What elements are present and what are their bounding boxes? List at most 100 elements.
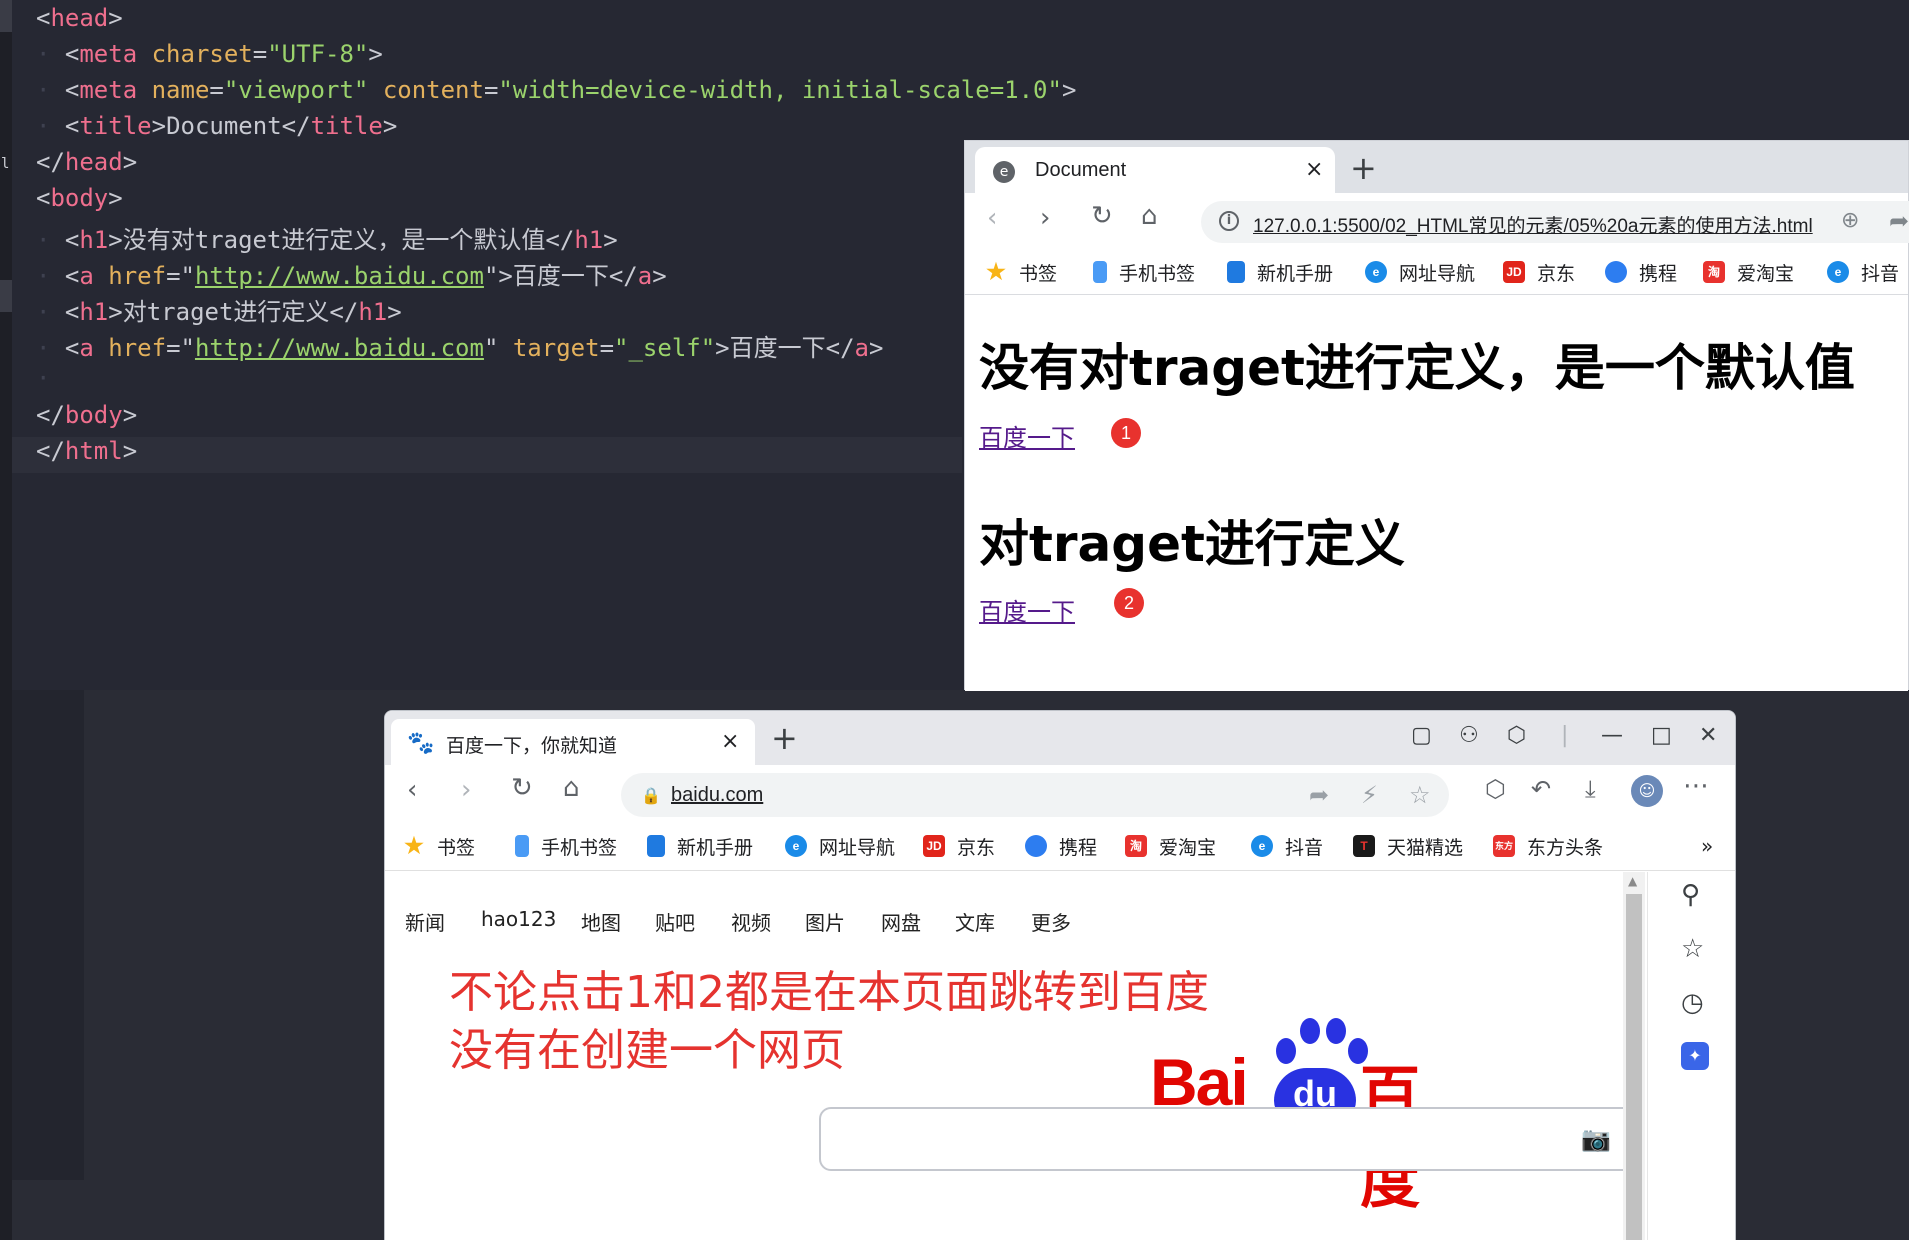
search-input[interactable]: 📷 <box>819 1107 1643 1171</box>
download-icon[interactable]: ⤓ <box>1585 775 1596 803</box>
share-icon[interactable]: ➦ <box>1889 207 1909 235</box>
bookmarks-bar: ★ 书签 手机书签 新机手册 e 网址导航 JD 京东 携程 淘爱淘宝 e 抖音 <box>965 249 1908 295</box>
nav-link-image[interactable]: 图片 <box>805 907 845 936</box>
minimize-icon[interactable]: — <box>1601 723 1623 748</box>
code-line-6[interactable]: <body> <box>36 184 123 220</box>
nav-link-video[interactable]: 视频 <box>731 907 771 936</box>
new-tab-button[interactable]: + <box>771 719 798 757</box>
close-tab-icon[interactable]: × <box>1305 157 1323 182</box>
history-clock-icon[interactable]: ◷ <box>1681 988 1704 1018</box>
code-line-9[interactable]: · <h1>对traget进行定义</h1> <box>36 292 402 328</box>
back-icon[interactable]: ‹ <box>407 775 417 805</box>
maximize-icon[interactable]: □ <box>1651 723 1672 748</box>
extensions-icon[interactable]: ⬡ <box>1507 723 1526 748</box>
code-line-13[interactable]: </html> <box>36 437 137 473</box>
baidu-link-2[interactable]: 百度一下 <box>979 592 1075 627</box>
bookmark-item[interactable]: 手机书签 <box>511 831 617 861</box>
activity-strip: l <box>0 0 12 1240</box>
code-line-1[interactable]: <head> <box>36 4 123 40</box>
nav-link-wenku[interactable]: 文库 <box>955 907 995 936</box>
nav-link-more[interactable]: 更多 <box>1031 907 1071 936</box>
address-url[interactable]: baidu.com <box>671 784 763 807</box>
bookmark-label: 爱淘宝 <box>1737 262 1795 285</box>
nav-link-map[interactable]: 地图 <box>581 907 621 936</box>
code-line-8[interactable]: · <a href="http://www.baidu.com">百度一下</a… <box>36 256 667 292</box>
browser-window-document: e Document × + ‹ › ↻ ⌂ i 127.0.0.1:5500/… <box>964 140 1909 691</box>
address-bar[interactable]: 🔒 baidu.com ➦ ⚡ ☆ <box>621 773 1449 817</box>
nav-link-pan[interactable]: 网盘 <box>881 907 921 936</box>
bookmark-item[interactable]: JD 京东 <box>923 831 995 861</box>
code-line-11[interactable]: · <box>36 364 65 400</box>
strip-glyph: l <box>1 156 10 172</box>
page-scrollbar[interactable]: ▲ <box>1623 872 1645 1240</box>
bookmark-item[interactable]: 淘爱淘宝 <box>1703 257 1794 287</box>
lightning-icon[interactable]: ⚡ <box>1361 781 1378 809</box>
incognito-icon[interactable]: ⚇ <box>1459 723 1479 748</box>
nav-link-news[interactable]: 新闻 <box>405 907 445 936</box>
home-icon[interactable]: ⌂ <box>1141 201 1158 231</box>
bookmark-item[interactable]: 手机书签 <box>1089 257 1195 287</box>
more-bookmarks-icon[interactable]: » <box>1701 831 1713 861</box>
code-line-3[interactable]: · <meta name="viewport" content="width=d… <box>36 76 1076 112</box>
bookmark-item[interactable]: 新机手册 <box>647 831 753 861</box>
bookmark-item[interactable]: 淘爱淘宝 <box>1125 831 1216 861</box>
camera-search-icon[interactable]: 📷 <box>1581 1125 1611 1153</box>
code-line-2[interactable]: · <meta charset="UTF-8"> <box>36 40 383 76</box>
scrollbar-thumb[interactable] <box>1626 894 1642 1240</box>
back-icon[interactable]: ‹ <box>987 203 997 233</box>
close-tab-icon[interactable]: × <box>721 729 739 754</box>
home-icon[interactable]: ⌂ <box>563 773 580 803</box>
nav-link-tieba[interactable]: 贴吧 <box>655 907 695 936</box>
code-line-12[interactable]: </body> <box>36 401 137 437</box>
bookmark-item[interactable]: e 抖音 <box>1251 831 1323 861</box>
bookmark-item[interactable]: 新机手册 <box>1227 257 1333 287</box>
code-line-7[interactable]: · <h1>没有对traget进行定义，是一个默认值</h1> <box>36 220 618 256</box>
lock-icon[interactable]: 🔒 <box>641 786 661 805</box>
code-line-10[interactable]: · <a href="http://www.baidu.com" target=… <box>36 328 883 364</box>
address-bar[interactable]: i 127.0.0.1:5500/02_HTML常见的元素/05%20a元素的使… <box>1201 201 1909 243</box>
reload-icon[interactable]: ↻ <box>511 773 533 803</box>
nav-link-hao123[interactable]: hao123 <box>481 907 556 931</box>
app-icon[interactable]: ✦ <box>1681 1042 1709 1070</box>
star-outline-icon[interactable]: ☆ <box>1409 781 1431 809</box>
close-window-icon[interactable]: ✕ <box>1699 723 1717 748</box>
ctrip-icon <box>1605 261 1627 283</box>
profile-avatar[interactable]: ☺ <box>1631 775 1663 807</box>
bookmark-label: 网址导航 <box>819 836 896 859</box>
bookmark-item[interactable]: 携程 <box>1605 257 1677 287</box>
bookmark-item[interactable]: e 抖音 <box>1827 257 1899 287</box>
current-line-highlight <box>12 437 962 473</box>
bookmark-label: 新机手册 <box>1257 262 1334 285</box>
code-line-5[interactable]: </head> <box>36 148 137 184</box>
bookmark-item[interactable]: 携程 <box>1025 831 1097 861</box>
bookmark-item[interactable]: ★ 书签 <box>403 831 475 861</box>
extensions-puzzle-icon[interactable]: ⬡ <box>1485 775 1506 803</box>
info-icon[interactable]: i <box>1219 211 1239 231</box>
reload-icon[interactable]: ↻ <box>1091 201 1113 231</box>
more-menu-icon[interactable]: ⋯ <box>1683 771 1709 801</box>
bookmark-item[interactable]: ★ 书签 <box>985 257 1057 287</box>
zoom-icon[interactable]: ⊕ <box>1841 208 1859 233</box>
address-url[interactable]: 127.0.0.1:5500/02_HTML常见的元素/05%20a元素的使用方… <box>1253 211 1813 238</box>
favorites-star-icon[interactable]: ☆ <box>1681 934 1704 964</box>
bookmark-item[interactable]: 东方 东方头条 <box>1493 831 1603 861</box>
bookmark-item[interactable]: e 网址导航 <box>1365 257 1475 287</box>
share-icon[interactable]: ➦ <box>1309 781 1329 809</box>
bookmark-label: 携程 <box>1059 836 1098 859</box>
new-tab-button[interactable]: + <box>1350 149 1377 187</box>
forward-icon[interactable]: › <box>461 775 471 805</box>
baidu-link-1[interactable]: 百度一下 <box>979 418 1075 453</box>
bookmark-item[interactable]: T 天猫精选 <box>1353 831 1463 861</box>
undo-icon[interactable]: ↶ <box>1531 775 1551 803</box>
tab-actions-icon[interactable]: ▢ <box>1411 723 1432 748</box>
forward-icon[interactable]: › <box>1040 203 1050 233</box>
code-line-4[interactable]: · <title>Document</title> <box>36 112 397 148</box>
bookmark-label: 新机手册 <box>677 836 754 859</box>
scroll-up-icon[interactable]: ▲ <box>1628 874 1637 888</box>
tab-baidu[interactable]: 🐾 百度一下，你就知道 × <box>391 719 755 765</box>
bookmark-item[interactable]: e 网址导航 <box>785 831 895 861</box>
annotation-badge-1: 1 <box>1111 418 1141 448</box>
search-icon[interactable]: ⚲ <box>1681 880 1700 910</box>
tab-document[interactable]: e Document × <box>975 147 1335 193</box>
bookmark-item[interactable]: JD 京东 <box>1503 257 1575 287</box>
